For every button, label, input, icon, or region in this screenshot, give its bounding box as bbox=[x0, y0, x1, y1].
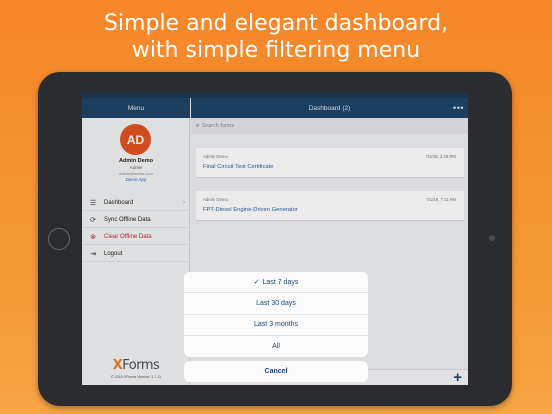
cancel-button[interactable]: Cancel bbox=[184, 361, 368, 382]
camera-icon bbox=[489, 235, 495, 241]
filter-option-last-3-months[interactable]: Last 3 months bbox=[184, 315, 368, 336]
promo-line-1: Simple and elegant dashboard, bbox=[103, 11, 449, 36]
promo-line-2: with simple filtering menu bbox=[131, 38, 421, 63]
filter-option-label: Last 7 days bbox=[262, 278, 299, 286]
filter-option-label: Last 30 days bbox=[256, 299, 296, 307]
tablet-frame: Menu Dashboard (2) ••• AD Admin Demo Adm… bbox=[38, 72, 512, 406]
filter-option-label: Last 3 months bbox=[254, 321, 298, 329]
app-screen: Menu Dashboard (2) ••• AD Admin Demo Adm… bbox=[82, 93, 468, 385]
home-button[interactable] bbox=[48, 228, 70, 250]
filter-option-last-7-days[interactable]: ✓ Last 7 days bbox=[184, 272, 368, 294]
filter-action-sheet: ✓ Last 7 days Last 30 days Last 3 months… bbox=[184, 272, 368, 357]
filter-option-last-30-days[interactable]: Last 30 days bbox=[184, 293, 368, 315]
filter-option-all[interactable]: All bbox=[184, 336, 368, 357]
promo-headline: Simple and elegant dashboard, with simpl… bbox=[0, 10, 552, 64]
checkmark-icon: ✓ bbox=[253, 279, 260, 287]
filter-option-label: All bbox=[272, 342, 280, 350]
